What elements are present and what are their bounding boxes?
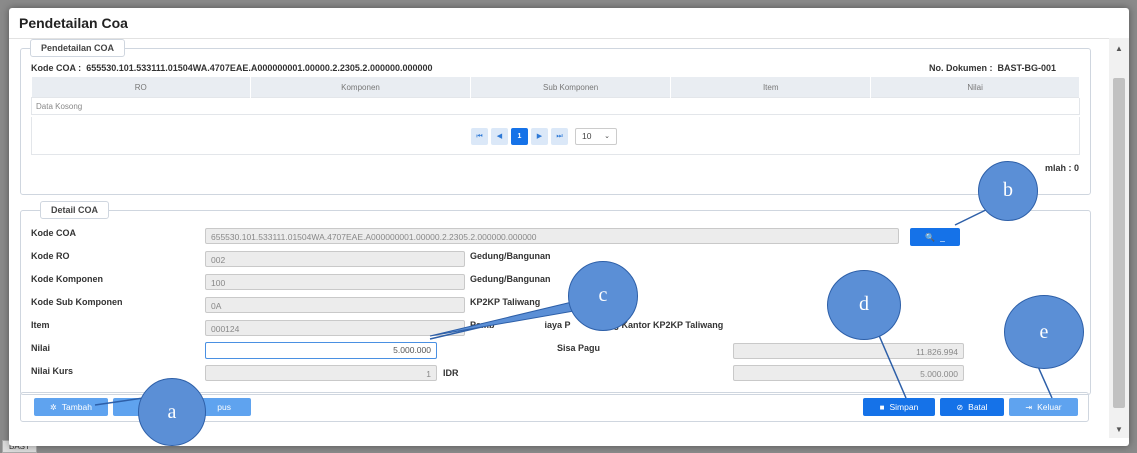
callout-b: b (978, 161, 1038, 221)
callout-a: a (138, 378, 206, 446)
callout-d: d (827, 270, 901, 340)
callout-e: e (1004, 295, 1084, 369)
callout-c: c (568, 261, 638, 331)
